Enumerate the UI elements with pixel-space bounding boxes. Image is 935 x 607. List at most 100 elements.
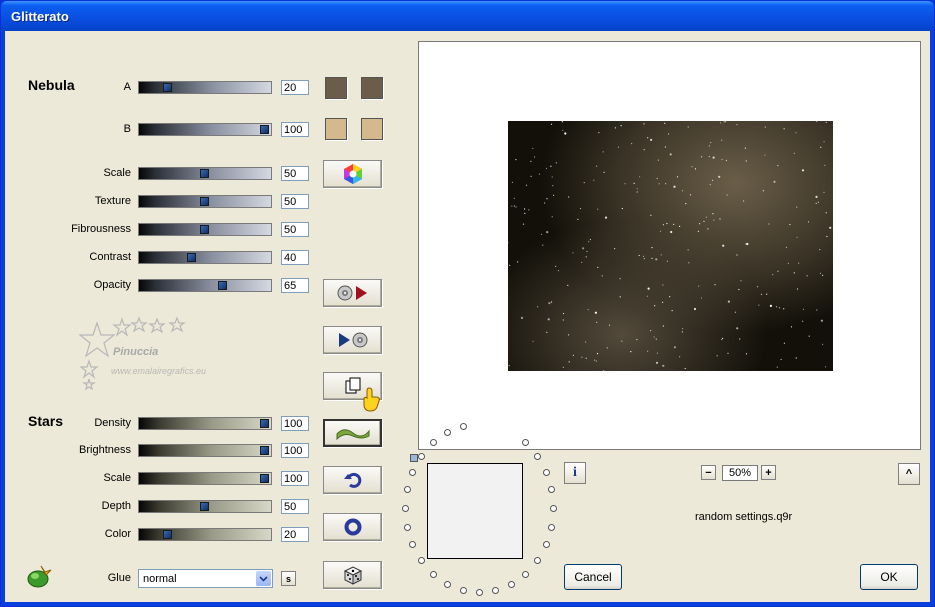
navigator-handle[interactable] — [410, 454, 418, 462]
stars-density-slider[interactable] — [138, 417, 272, 430]
preset-thumbnail[interactable] — [427, 463, 523, 559]
color-palette-button[interactable] — [323, 160, 382, 188]
nebula-contrast-value[interactable]: 40 — [281, 250, 309, 265]
undo-button[interactable] — [323, 466, 382, 494]
preset-dot[interactable] — [522, 571, 529, 578]
preset-dot[interactable] — [409, 469, 416, 476]
slider-thumb[interactable] — [187, 253, 196, 262]
preset-dot[interactable] — [418, 453, 425, 460]
stars-density-label: Density — [94, 417, 131, 429]
preset-dot[interactable] — [548, 486, 555, 493]
preset-dot[interactable] — [404, 524, 411, 531]
preset-dot[interactable] — [460, 587, 467, 594]
stars-brightness-value[interactable]: 100 — [281, 443, 309, 458]
nebula-contrast-slider[interactable] — [138, 251, 272, 264]
star — [650, 330, 652, 332]
preset-dot[interactable] — [409, 541, 416, 548]
nebula-color-a-swatch-1[interactable] — [325, 77, 347, 99]
preset-dot[interactable] — [430, 571, 437, 578]
nebula-opacity-value[interactable]: 65 — [281, 278, 309, 293]
star — [572, 252, 574, 254]
slider-thumb[interactable] — [200, 502, 209, 511]
star — [653, 336, 655, 338]
slider-thumb[interactable] — [260, 446, 269, 455]
nebula-scale-value[interactable]: 50 — [281, 166, 309, 181]
slider-thumb[interactable] — [260, 419, 269, 428]
star — [764, 126, 766, 128]
nebula-color-a-swatch-2[interactable] — [361, 77, 383, 99]
stars-color-label: Color — [104, 528, 131, 540]
wave-button[interactable] — [323, 419, 382, 447]
nebula-a-slider[interactable] — [138, 81, 272, 94]
preset-dot[interactable] — [508, 581, 515, 588]
stars-depth-slider[interactable] — [138, 500, 272, 513]
nebula-b-value[interactable]: 100 — [281, 122, 309, 137]
nebula-fibrousness-value[interactable]: 50 — [281, 222, 309, 237]
nebula-scale-slider[interactable] — [138, 167, 272, 180]
nebula-fibrousness-slider[interactable] — [138, 223, 272, 236]
cancel-button[interactable]: Cancel — [564, 564, 622, 590]
stars-brightness-slider[interactable] — [138, 444, 272, 457]
preset-dot[interactable] — [543, 541, 550, 548]
expand-preview-button[interactable]: ^ — [898, 463, 920, 485]
preset-dot[interactable] — [543, 469, 550, 476]
slider-thumb[interactable] — [200, 225, 209, 234]
slider-thumb[interactable] — [200, 169, 209, 178]
preset-dot[interactable] — [444, 429, 451, 436]
stars-scale-value[interactable]: 100 — [281, 471, 309, 486]
dice-icon — [343, 566, 362, 585]
preset-dot[interactable] — [460, 423, 467, 430]
stars-scale-slider[interactable] — [138, 472, 272, 485]
zoom-in-button[interactable]: + — [761, 465, 776, 480]
nebula-b-slider[interactable] — [138, 123, 272, 136]
star — [562, 312, 565, 315]
stars-color-value[interactable]: 20 — [281, 527, 309, 542]
zoom-out-button[interactable]: − — [701, 465, 716, 480]
chevron-down-icon[interactable] — [256, 571, 271, 586]
preset-dot[interactable] — [550, 505, 557, 512]
ok-button[interactable]: OK — [860, 564, 918, 590]
preset-dot[interactable] — [444, 581, 451, 588]
nebula-color-b-swatch-2[interactable] — [361, 118, 383, 140]
star — [597, 266, 599, 268]
preset-dot[interactable] — [492, 587, 499, 594]
star — [595, 360, 597, 362]
title-bar[interactable]: Glitterato — [1, 1, 934, 31]
stars-depth-value[interactable]: 50 — [281, 499, 309, 514]
slider-thumb[interactable] — [163, 83, 172, 92]
preview-panel[interactable] — [418, 41, 921, 450]
glue-select[interactable]: normal — [138, 569, 273, 588]
reset-button[interactable] — [323, 513, 382, 541]
star — [631, 143, 633, 145]
save-preset-button[interactable] — [323, 326, 382, 354]
slider-thumb[interactable] — [260, 125, 269, 134]
stars-density-value[interactable]: 100 — [281, 416, 309, 431]
preset-dot[interactable] — [418, 557, 425, 564]
nebula-texture-value[interactable]: 50 — [281, 194, 309, 209]
pointing-hand-icon — [363, 387, 380, 412]
preset-dot[interactable] — [534, 453, 541, 460]
glue-s-button[interactable]: s — [281, 571, 296, 586]
nebula-a-value[interactable]: 20 — [281, 80, 309, 95]
info-button[interactable]: i — [564, 462, 586, 484]
stars-color-slider[interactable] — [138, 528, 272, 541]
preset-dot[interactable] — [548, 524, 555, 531]
star — [712, 179, 714, 181]
nebula-color-b-swatch-1[interactable] — [325, 118, 347, 140]
preset-dot[interactable] — [430, 439, 437, 446]
nebula-a-label: A — [123, 81, 131, 93]
slider-thumb[interactable] — [218, 281, 227, 290]
star — [783, 128, 785, 130]
slider-thumb[interactable] — [163, 530, 172, 539]
preset-dot[interactable] — [402, 505, 409, 512]
preset-dot[interactable] — [534, 557, 541, 564]
preset-dot[interactable] — [404, 486, 411, 493]
preset-dot[interactable] — [522, 439, 529, 446]
preset-dot[interactable] — [476, 589, 483, 596]
nebula-texture-slider[interactable] — [138, 195, 272, 208]
load-preset-button[interactable] — [323, 279, 382, 307]
slider-thumb[interactable] — [200, 197, 209, 206]
slider-thumb[interactable] — [260, 474, 269, 483]
nebula-opacity-slider[interactable] — [138, 279, 272, 292]
random-dice-button[interactable] — [323, 561, 382, 589]
